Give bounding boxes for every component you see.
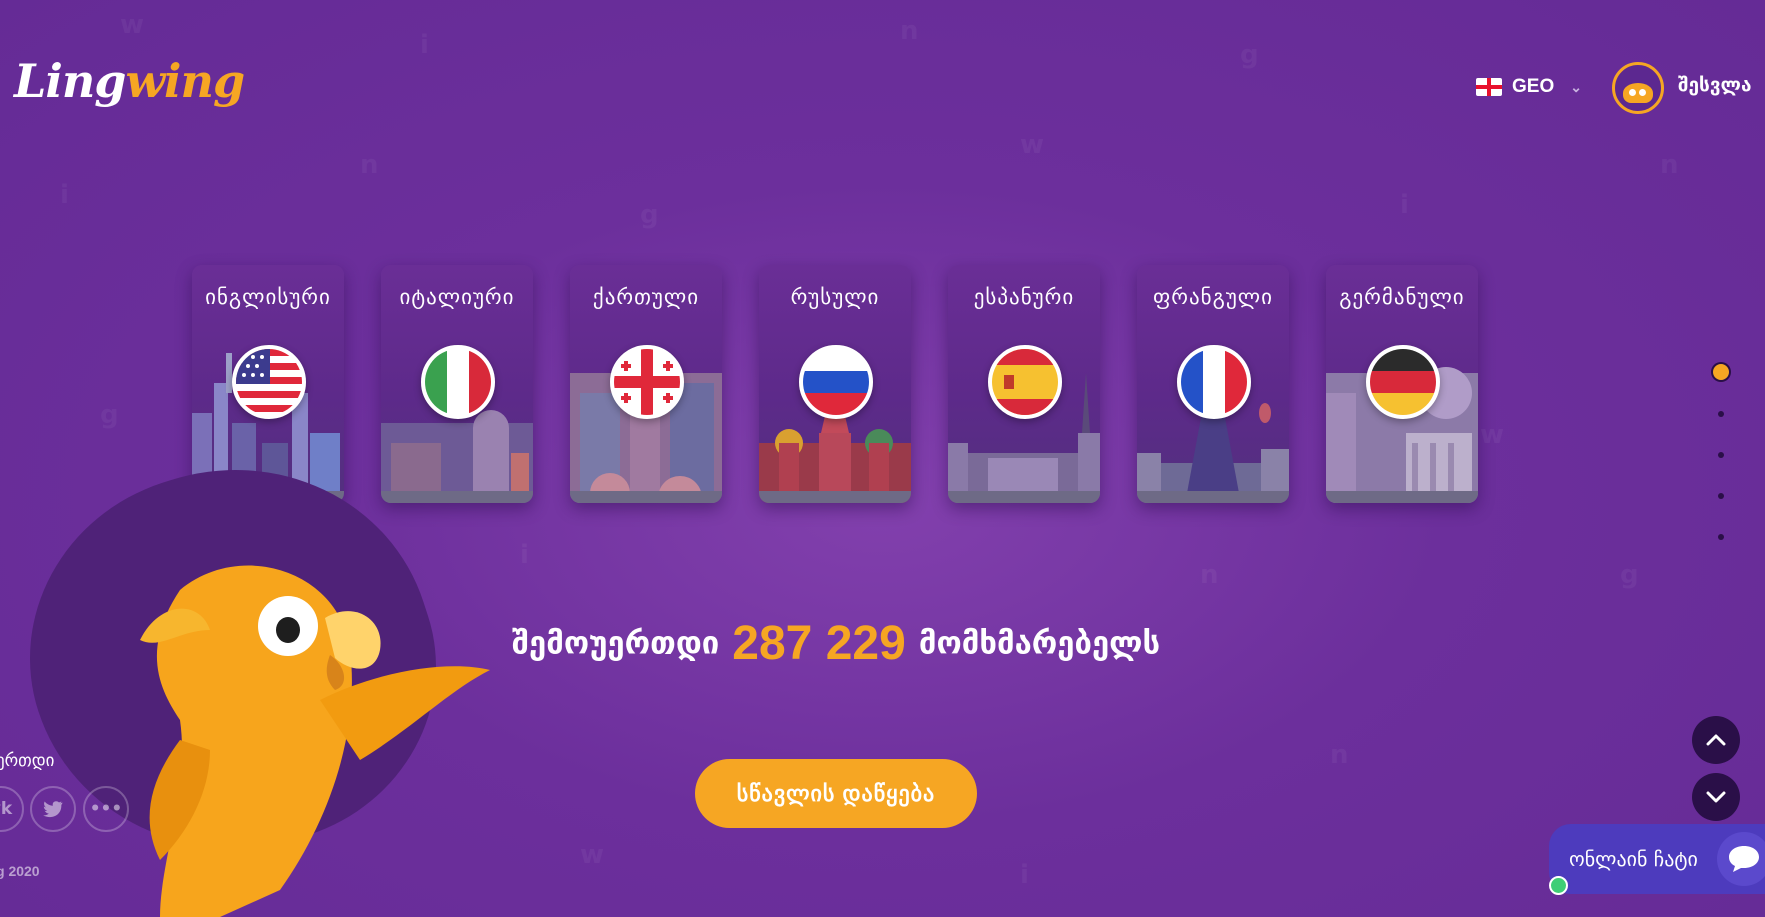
copyright-text: g 2020 xyxy=(0,863,40,879)
pagination-dot[interactable] xyxy=(1718,493,1724,499)
pagination-dot[interactable] xyxy=(1718,452,1724,458)
card-title: ქართული xyxy=(592,285,700,309)
language-card-spanish[interactable]: ესპანური xyxy=(948,265,1100,503)
card-title: ფრანგული xyxy=(1152,285,1274,309)
pagination-dot[interactable] xyxy=(1713,364,1729,380)
georgia-flag-icon xyxy=(1476,78,1502,96)
language-card-german[interactable]: გერმანული xyxy=(1326,265,1478,503)
card-title: ინგლისური xyxy=(205,285,331,309)
scroll-up-button[interactable] xyxy=(1692,716,1740,764)
card-floor xyxy=(759,491,911,503)
page: wi ng in gw in gw in gw in Lingwing GEO … xyxy=(0,0,1765,917)
language-cards: ინგლისური იტალიური ქართული რუსული ესპანუ… xyxy=(192,265,1478,503)
card-title: იტალიური xyxy=(399,285,515,309)
language-card-french[interactable]: ფრანგული xyxy=(1137,265,1289,503)
card-title: გერმანული xyxy=(1339,285,1465,309)
georgia-flag-icon xyxy=(610,345,684,419)
usa-flag-icon xyxy=(232,345,306,419)
card-title: რუსული xyxy=(790,285,880,309)
card-floor xyxy=(1326,491,1478,503)
user-count: 287 229 xyxy=(732,617,906,670)
lingwing-logo[interactable]: Lingwing xyxy=(14,58,245,104)
parrot-mascot xyxy=(140,565,490,917)
language-code: GEO xyxy=(1512,76,1555,97)
online-chat-button[interactable]: ონლაინ ჩატი xyxy=(1549,824,1765,894)
parrot-avatar-icon xyxy=(1623,83,1653,103)
card-title: ესპანური xyxy=(973,285,1075,309)
pagination-dot[interactable] xyxy=(1718,534,1724,540)
chevron-down-icon: ⌄ xyxy=(1570,78,1582,95)
language-card-italian[interactable]: იტალიური xyxy=(381,265,533,503)
russia-flag-icon xyxy=(799,345,873,419)
chat-label: ონლაინ ჩატი xyxy=(1569,847,1698,871)
chat-bubble-icon xyxy=(1717,832,1765,886)
twitter-icon[interactable] xyxy=(30,786,76,832)
chevron-up-icon xyxy=(1706,734,1726,746)
chevron-down-icon xyxy=(1706,791,1726,803)
avatar[interactable] xyxy=(1612,62,1664,114)
vk-icon[interactable]: vk xyxy=(0,786,24,832)
login-link[interactable]: შესვლა xyxy=(1678,74,1752,96)
language-card-georgian[interactable]: ქართული xyxy=(570,265,722,503)
card-floor xyxy=(948,491,1100,503)
start-learning-button[interactable]: სწავლის დაწყება xyxy=(695,759,977,828)
join-suffix-text: მომხმარებელს xyxy=(918,625,1161,662)
scroll-down-button[interactable] xyxy=(1692,773,1740,821)
france-flag-icon xyxy=(1177,345,1251,419)
language-card-russian[interactable]: რუსული xyxy=(759,265,911,503)
join-us-label: ერთდი xyxy=(0,751,55,771)
language-card-english[interactable]: ინგლისური xyxy=(192,265,344,503)
more-icon[interactable]: ••• xyxy=(83,786,129,832)
card-floor xyxy=(1137,491,1289,503)
language-selector[interactable]: GEO ⌄ xyxy=(1476,76,1582,98)
join-prefix-text: შემოუერთდი xyxy=(511,625,720,662)
pagination-dot[interactable] xyxy=(1718,411,1724,417)
italy-flag-icon xyxy=(421,345,495,419)
card-floor xyxy=(570,491,722,503)
spain-flag-icon xyxy=(988,345,1062,419)
card-floor xyxy=(381,491,533,503)
germany-flag-icon xyxy=(1366,345,1440,419)
online-status-indicator xyxy=(1549,876,1568,895)
user-count-banner: შემოუერთდი 287 229 მომხმარებელს xyxy=(0,616,1672,671)
